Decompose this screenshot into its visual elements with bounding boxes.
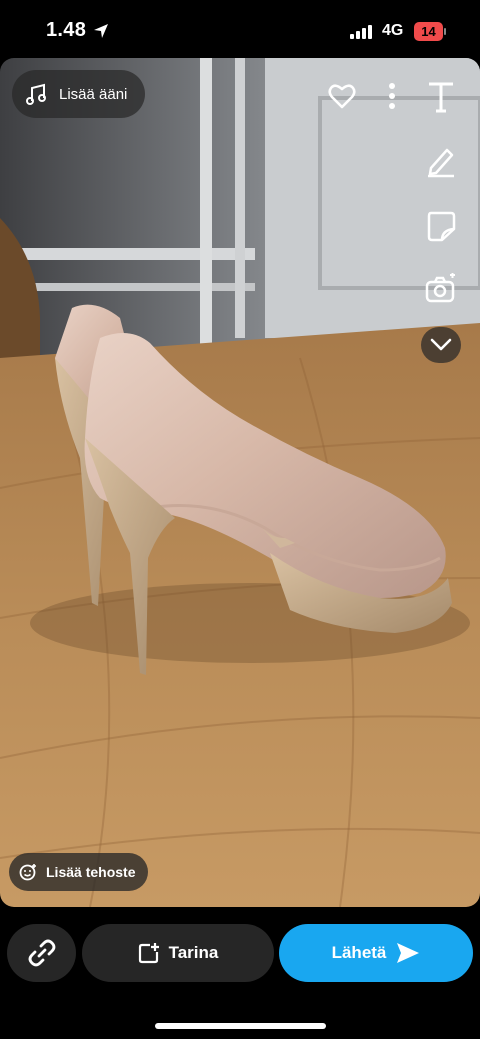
- status-time: 1.48: [46, 19, 87, 41]
- pencil-icon[interactable]: [425, 144, 457, 178]
- story-label: Tarina: [168, 943, 219, 962]
- camera-flip-icon[interactable]: [424, 273, 458, 305]
- music-note-icon: [26, 83, 46, 105]
- text-tool-icon[interactable]: [426, 80, 456, 114]
- add-sound-label: Lisää ääni: [59, 85, 128, 103]
- story-add-icon: [138, 943, 159, 964]
- add-sound-button[interactable]: Lisää ääni: [12, 70, 145, 118]
- add-effect-button[interactable]: Lisää tehoste: [9, 853, 148, 891]
- sticker-icon[interactable]: [425, 209, 457, 243]
- shoe-photo: [0, 58, 480, 907]
- link-icon: [28, 939, 56, 967]
- smile-plus-icon: [19, 864, 36, 881]
- battery-level: 14: [414, 22, 443, 41]
- battery-cap: [444, 28, 446, 35]
- location-arrow-icon: [94, 24, 108, 38]
- battery-indicator: 14: [414, 22, 446, 41]
- heart-icon[interactable]: [328, 83, 356, 109]
- send-arrow-icon: [397, 943, 420, 963]
- story-button[interactable]: Tarina: [82, 924, 274, 982]
- cellular-signal-icon: [350, 25, 372, 39]
- home-indicator: [155, 1023, 326, 1029]
- expand-tools-button[interactable]: [421, 327, 461, 363]
- more-vertical-icon[interactable]: [385, 82, 399, 112]
- send-label: Lähetä: [331, 943, 387, 962]
- link-button[interactable]: [7, 924, 76, 982]
- status-bar: 1.48 4G 14: [0, 0, 480, 58]
- send-button[interactable]: Lähetä: [279, 924, 473, 982]
- add-effect-label: Lisää tehoste: [46, 864, 136, 880]
- chevron-down-icon: [430, 338, 452, 351]
- network-type: 4G: [382, 22, 404, 39]
